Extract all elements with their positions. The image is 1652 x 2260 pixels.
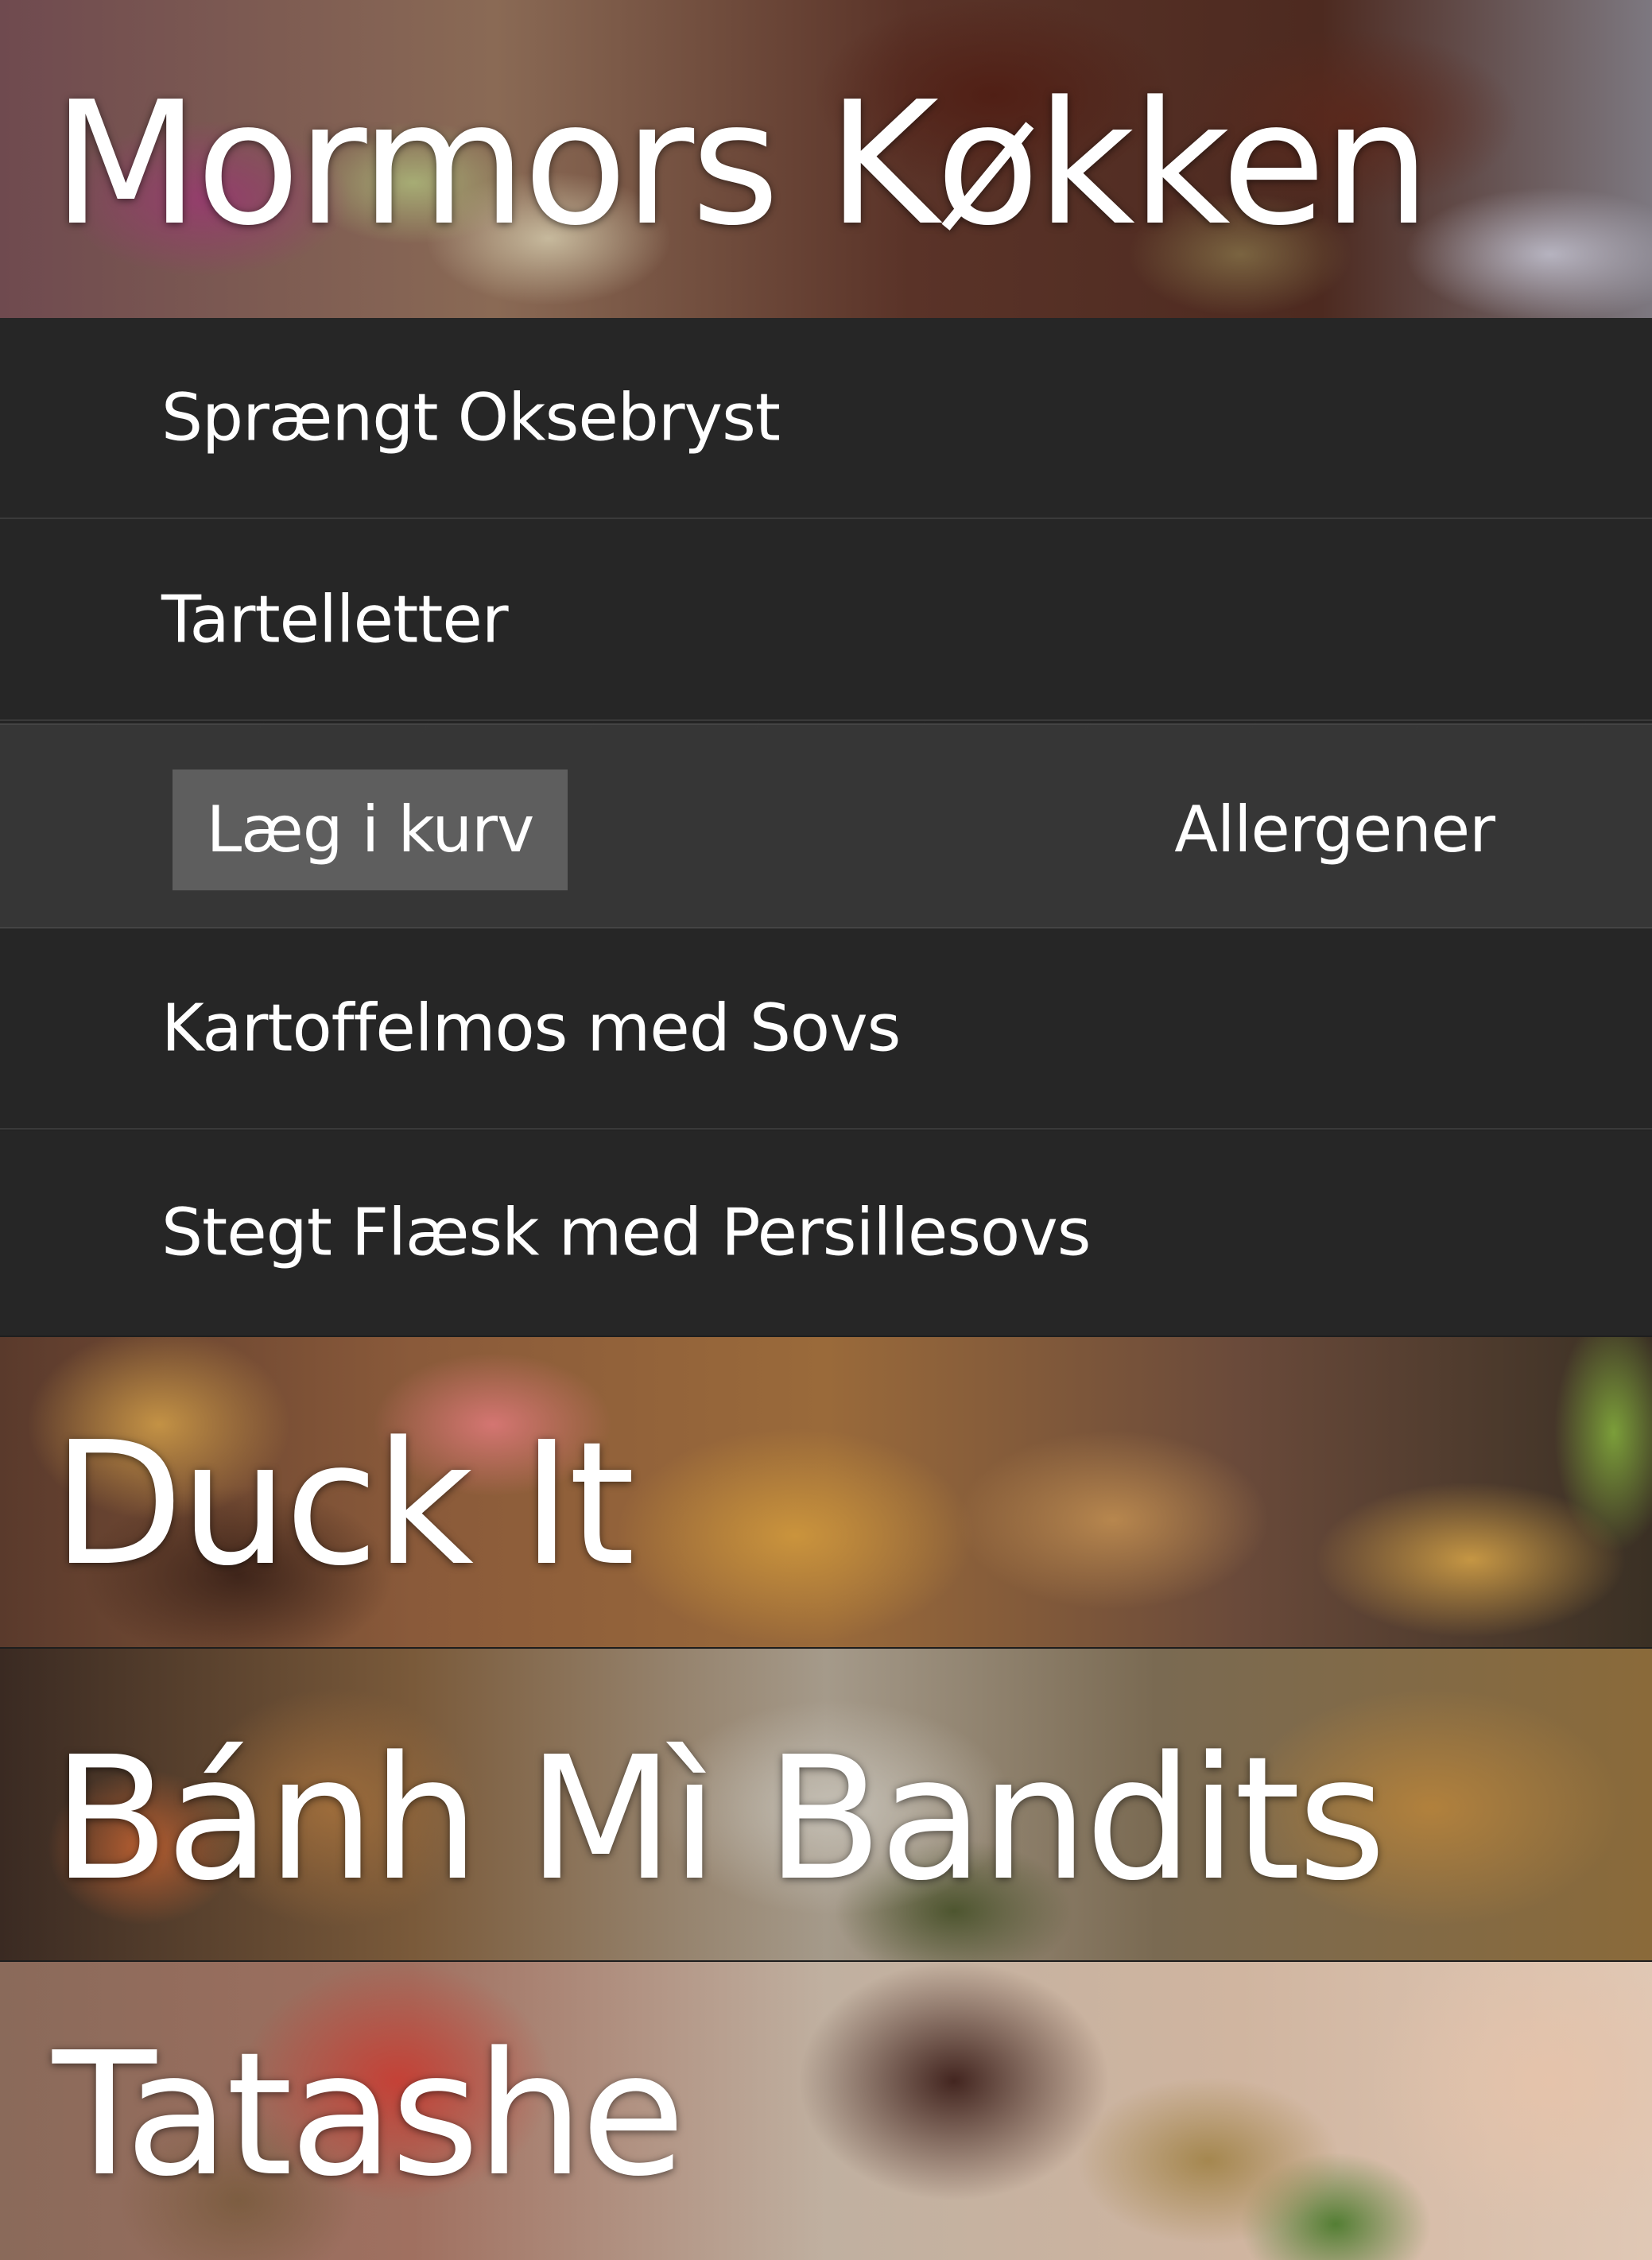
restaurant-banner-duck-it[interactable]: Duck It [0,1337,1652,1647]
restaurant-title: Tatashe [52,2016,685,2214]
menu-item-label: Kartoffelmos med Sovs [161,990,901,1066]
menu-item-label: Stegt Flæsk med Persillesovs [161,1195,1091,1271]
add-to-cart-button[interactable]: Læg i kurv [173,769,568,890]
menu-item-label: Sprængt Oksebryst [161,380,781,455]
restaurant-title: Duck It [52,1405,635,1603]
restaurant-title: Mormors Køkken [52,65,1430,263]
menu-list: Sprængt Oksebryst Tartelletter Læg i kur… [0,318,1652,1335]
menu-item-label: Tartelletter [161,582,509,657]
menu-item-actions: Læg i kurv Allergener [0,723,1652,928]
menu-item[interactable]: Stegt Flæsk med Persillesovs [0,1130,1652,1335]
restaurant-banner-tatashe[interactable]: Tatashe [0,1962,1652,2260]
restaurant-banner-banh-mi-bandits[interactable]: Bánh Mì Bandits [0,1649,1652,1960]
menu-item[interactable]: Tartelletter [0,520,1652,721]
menu-item[interactable]: Sprængt Oksebryst [0,318,1652,519]
restaurant-banner-mormors-kokken[interactable]: Mormors Køkken [0,0,1652,318]
menu-item[interactable]: Kartoffelmos med Sovs [0,928,1652,1130]
restaurant-title: Bánh Mì Bandits [52,1720,1386,1918]
allergens-button[interactable]: Allergener [1174,769,1495,890]
restaurant-menu-page: Mormors Køkken Sprængt Oksebryst Tartell… [0,0,1652,2260]
